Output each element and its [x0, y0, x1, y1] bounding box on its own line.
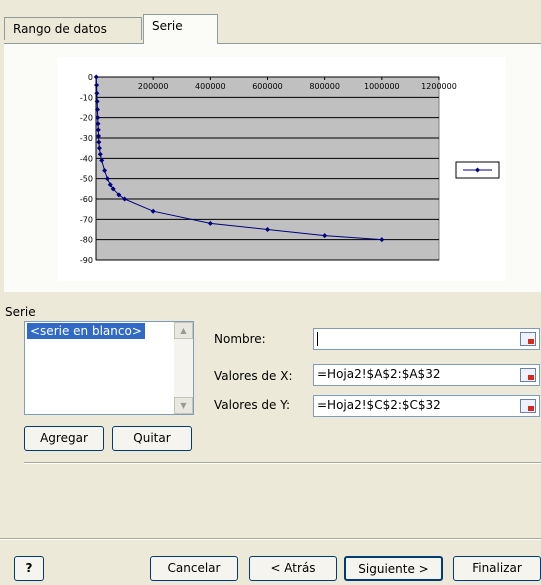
y-values-label: Valores de Y:: [214, 398, 291, 412]
y-tick-label: -50: [80, 175, 93, 184]
finish-button[interactable]: Finalizar: [453, 556, 541, 581]
x-tick-label: 800000: [309, 82, 340, 91]
y-tick-label: -60: [80, 195, 93, 204]
scroll-up-button[interactable]: ▲: [174, 322, 193, 339]
tab-label: Serie: [152, 19, 183, 33]
x-values-label: Valores de X:: [214, 369, 293, 383]
name-label: Nombre:: [214, 332, 266, 346]
add-button[interactable]: Agregar: [24, 426, 104, 451]
y-tick-label: -40: [80, 154, 93, 163]
y-tick-label: -90: [80, 256, 93, 265]
collapse-dialog-icon[interactable]: [520, 399, 536, 413]
remove-button[interactable]: Quitar: [112, 426, 192, 451]
serie-group-label: Serie: [5, 305, 36, 319]
y-tick-label: -20: [80, 114, 93, 123]
x-tick-label: 600000: [252, 82, 283, 91]
back-button[interactable]: < Atrás: [249, 556, 337, 581]
separator: [0, 538, 541, 540]
name-field[interactable]: [313, 328, 540, 350]
plot-area: [95, 76, 440, 261]
y-tick-label: -30: [80, 134, 93, 143]
listbox-scrollbar[interactable]: ▲ ▼: [174, 322, 193, 414]
text-cursor: [317, 331, 318, 346]
y-tick-label: -70: [80, 215, 93, 224]
tab-label: Rango de datos: [13, 22, 107, 36]
x-tick-label: 200000: [138, 82, 169, 91]
x-tick-label: 400000: [195, 82, 226, 91]
y-values-field[interactable]: =Hoja2!$C$2:$C$32: [313, 395, 540, 417]
x-values-field[interactable]: =Hoja2!$A$2:$A$32: [313, 364, 540, 386]
y-tick-label: -80: [80, 236, 93, 245]
tab-rango-de-datos[interactable]: Rango de datos: [4, 17, 142, 40]
chart-svg: 0 -10 -20 -30 -40 -50 -60 -70 -80 -90 200000 400000…: [80, 73, 500, 265]
chart-preview: 0 -10 -20 -30 -40 -50 -60 -70 -80 -90 200000 400000…: [58, 57, 506, 281]
x-tick-label: 1000000: [364, 82, 400, 91]
cancel-button[interactable]: Cancelar: [150, 556, 238, 581]
serie-listbox[interactable]: <serie en blanco> ▲ ▼: [24, 321, 194, 415]
scroll-down-button[interactable]: ▼: [174, 397, 193, 414]
help-button[interactable]: ?: [14, 556, 44, 581]
tab-serie[interactable]: Serie: [143, 14, 218, 44]
list-item-serie-en-blanco[interactable]: <serie en blanco>: [27, 323, 145, 339]
collapse-dialog-icon[interactable]: [520, 368, 536, 382]
next-button[interactable]: Siguiente >: [344, 556, 443, 581]
x-tick-label: 1200000: [421, 82, 457, 91]
y-tick-label: -10: [80, 93, 93, 102]
collapse-dialog-icon[interactable]: [520, 332, 536, 346]
separator: [24, 462, 541, 464]
y-tick-label: 0: [88, 73, 93, 82]
